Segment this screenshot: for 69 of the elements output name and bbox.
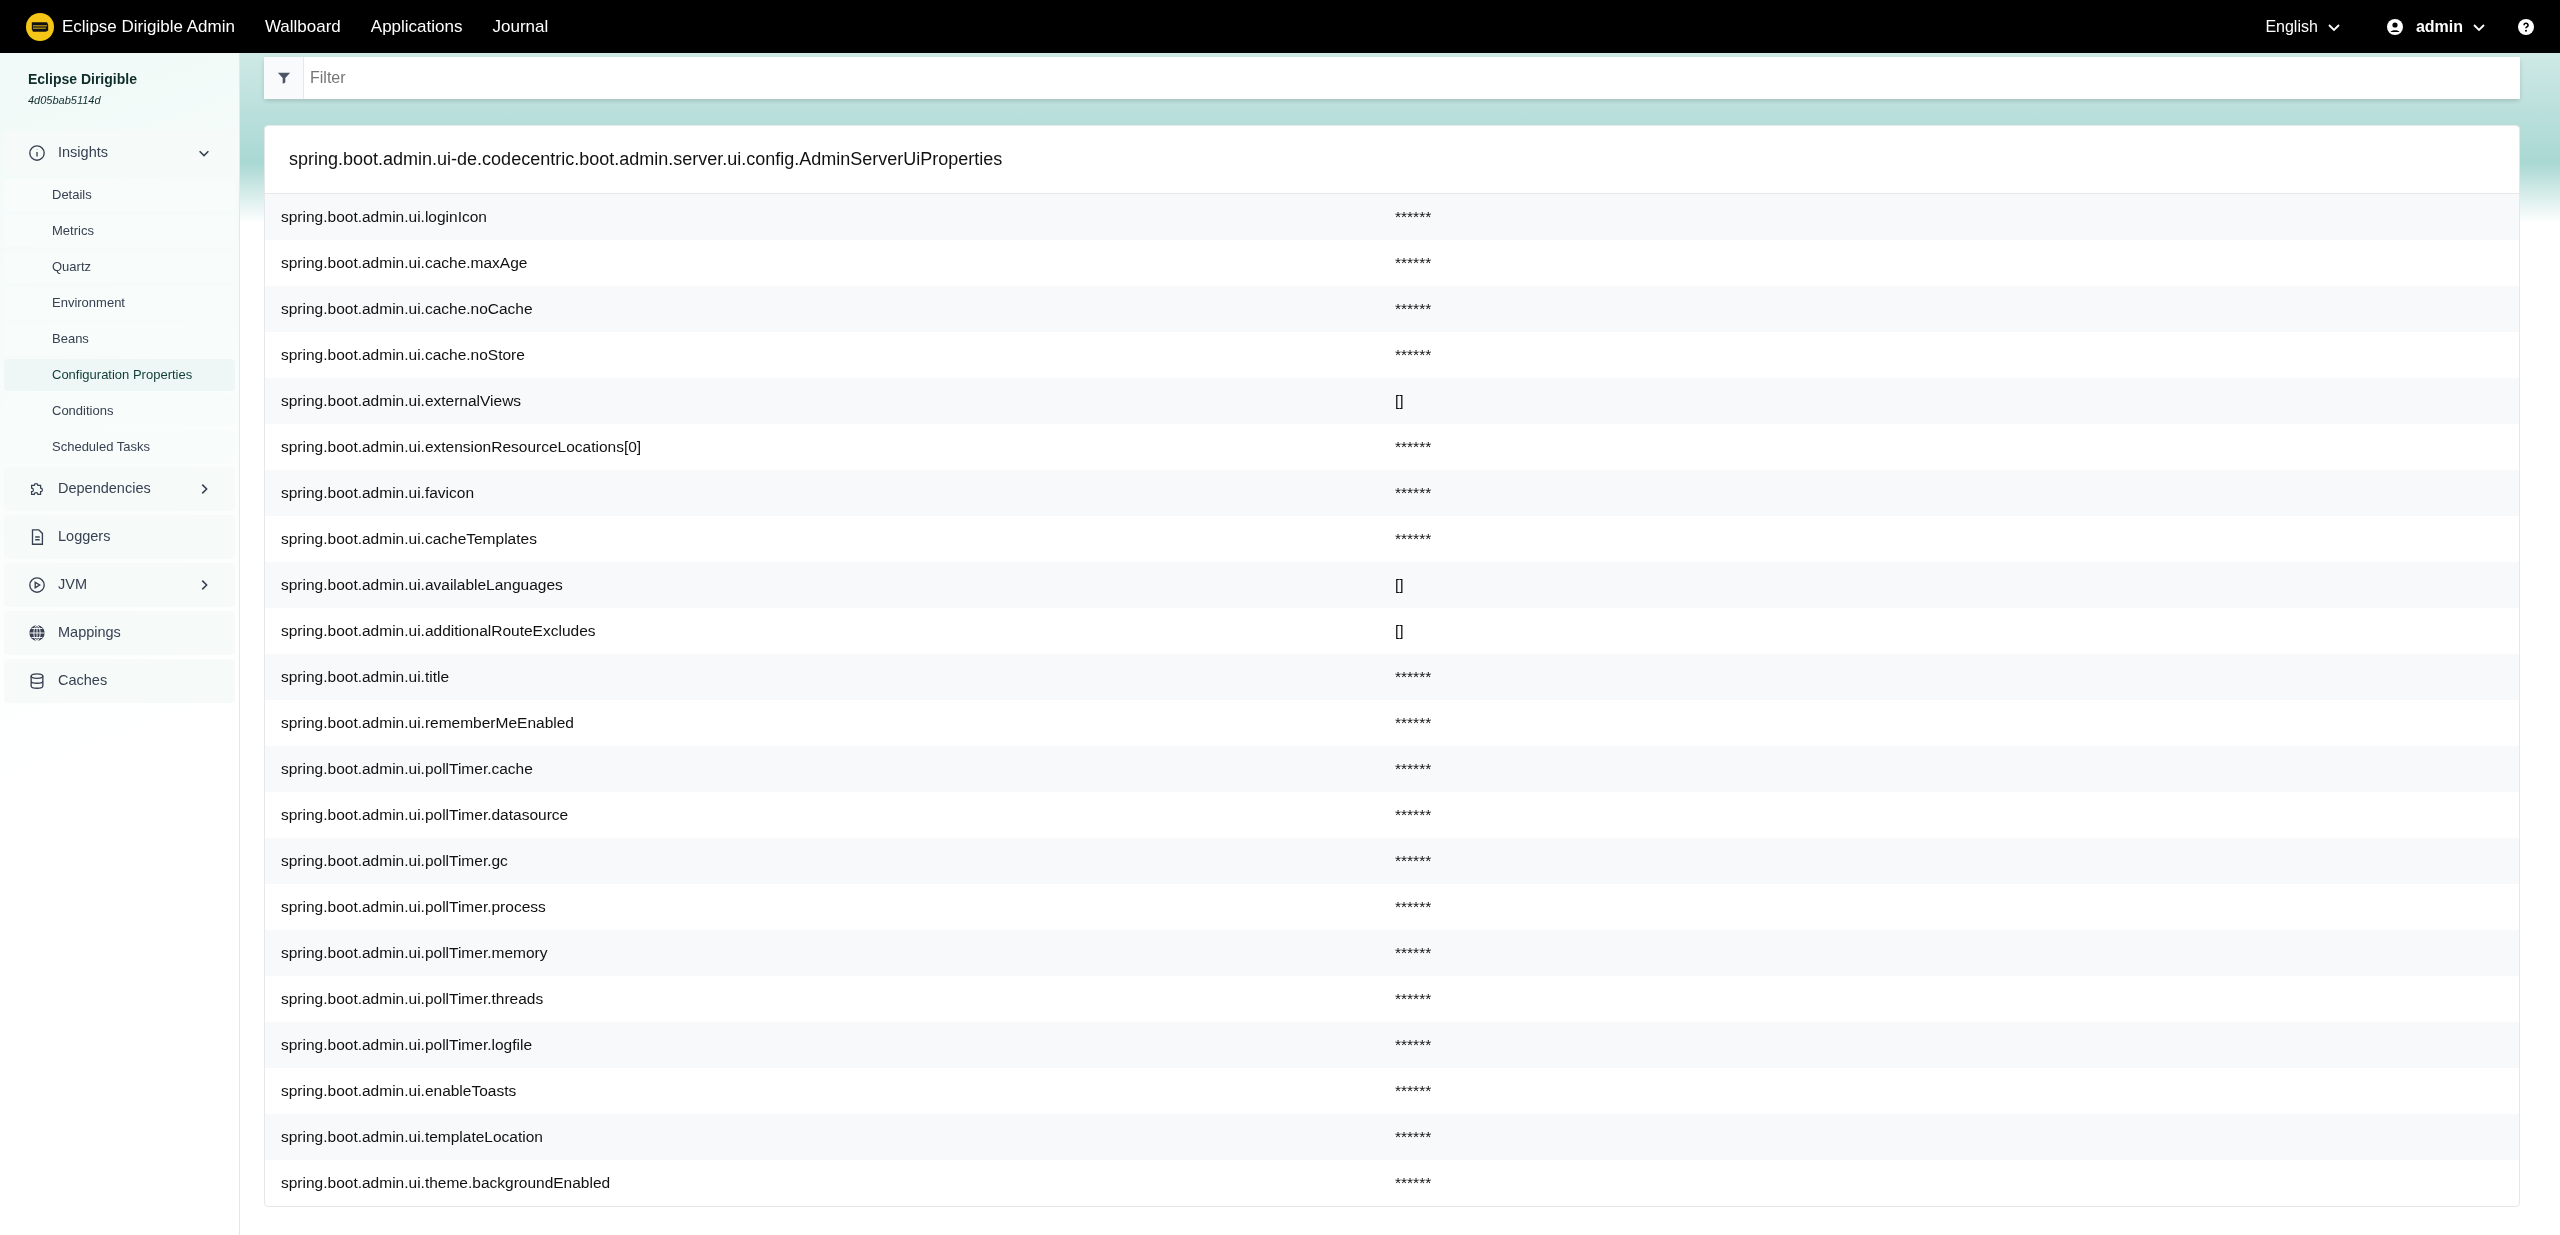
property-value: ******	[1395, 851, 1432, 872]
property-name: spring.boot.admin.ui.pollTimer.threads	[280, 989, 545, 1010]
property-value: ******	[1395, 483, 1432, 504]
filter-icon	[276, 71, 291, 85]
property-name: spring.boot.admin.ui.pollTimer.memory	[280, 943, 549, 964]
property-name: spring.boot.admin.ui.loginIcon	[280, 207, 488, 228]
language-dropdown[interactable]: English	[2264, 13, 2343, 40]
property-name: spring.boot.admin.ui.pollTimer.process	[280, 897, 547, 918]
sidebar-item[interactable]: Loggers	[4, 514, 235, 559]
property-value: ******	[1395, 989, 1432, 1010]
property-value: ******	[1395, 805, 1432, 826]
user-icon	[2386, 18, 2403, 35]
property-name: spring.boot.admin.ui.pollTimer.datasource	[280, 805, 570, 826]
property-name: spring.boot.admin.ui.additionalRouteExcludes	[280, 621, 597, 642]
property-name: spring.boot.admin.ui.pollTimer.cache	[280, 759, 534, 780]
brand-name[interactable]: Eclipse Dirigible Admin	[62, 13, 235, 40]
property-name: spring.boot.admin.ui.cache.noStore	[280, 345, 526, 366]
instance-id: 4d05bab5114d	[27, 93, 102, 108]
property-name: spring.boot.admin.ui.templateLocation	[280, 1127, 544, 1148]
property-name: spring.boot.admin.ui.favicon	[280, 483, 475, 504]
property-name: spring.boot.admin.ui.cache.maxAge	[280, 253, 529, 274]
property-value: ******	[1395, 437, 1432, 458]
property-value: []	[1395, 391, 1404, 412]
property-value: ******	[1395, 897, 1432, 918]
property-name: spring.boot.admin.ui.availableLanguages	[280, 575, 564, 596]
nav-link[interactable]: Applications	[370, 13, 463, 40]
help-button[interactable]	[2518, 18, 2534, 35]
sidebar-subitem[interactable]: Configuration Properties	[4, 358, 235, 391]
sidebar-item[interactable]: Mappings	[4, 610, 235, 655]
play-icon	[28, 575, 46, 594]
globe-icon	[28, 623, 46, 642]
nav-link[interactable]: Wallboard	[264, 13, 341, 40]
property-name: spring.boot.admin.ui.pollTimer.gc	[280, 851, 509, 872]
property-name: spring.boot.admin.ui.cacheTemplates	[280, 529, 538, 550]
property-value: ******	[1395, 1173, 1432, 1194]
property-value: ******	[1395, 713, 1432, 734]
property-value: ******	[1395, 667, 1432, 688]
app-name: Eclipse Dirigible	[27, 70, 138, 89]
help-icon	[2518, 18, 2534, 35]
user-dropdown[interactable]: admin	[2414, 13, 2488, 40]
property-value: ******	[1395, 943, 1432, 964]
property-value: ******	[1395, 1035, 1432, 1056]
property-value: []	[1395, 575, 1404, 596]
logo-icon	[26, 12, 54, 41]
sidebar-subitem[interactable]: Details	[4, 178, 235, 211]
property-name: spring.boot.admin.ui.title	[280, 667, 450, 688]
filter-field[interactable]: Filter	[264, 57, 2520, 99]
property-value: ******	[1395, 529, 1432, 550]
property-value: ******	[1395, 759, 1432, 780]
property-name: spring.boot.admin.ui.extensionResourceLocations[0]	[280, 437, 643, 458]
property-name: spring.boot.admin.ui.theme.backgroundEnabled	[280, 1173, 612, 1194]
property-name: spring.boot.admin.ui.pollTimer.logfile	[280, 1035, 533, 1056]
sidebar-item[interactable]: Caches	[4, 658, 235, 703]
property-name: spring.boot.admin.ui.enableToasts	[280, 1081, 518, 1102]
property-value: ******	[1395, 207, 1432, 228]
property-value: ******	[1395, 1081, 1432, 1102]
property-value: ******	[1395, 345, 1432, 366]
database-icon	[28, 671, 46, 690]
property-value: ******	[1395, 1127, 1432, 1148]
property-value: ******	[1395, 299, 1432, 320]
nav-link[interactable]: Journal	[492, 13, 549, 40]
sidebar-item[interactable]: JVM	[4, 562, 235, 607]
sidebar-item[interactable]: Dependencies	[4, 466, 235, 511]
property-name: spring.boot.admin.ui.cache.noCache	[280, 299, 534, 320]
info-icon	[28, 143, 46, 162]
property-name: spring.boot.admin.ui.externalViews	[280, 391, 523, 412]
property-value: ******	[1395, 253, 1432, 274]
property-name: spring.boot.admin.ui.rememberMeEnabled	[280, 713, 575, 734]
property-value: []	[1395, 621, 1404, 642]
